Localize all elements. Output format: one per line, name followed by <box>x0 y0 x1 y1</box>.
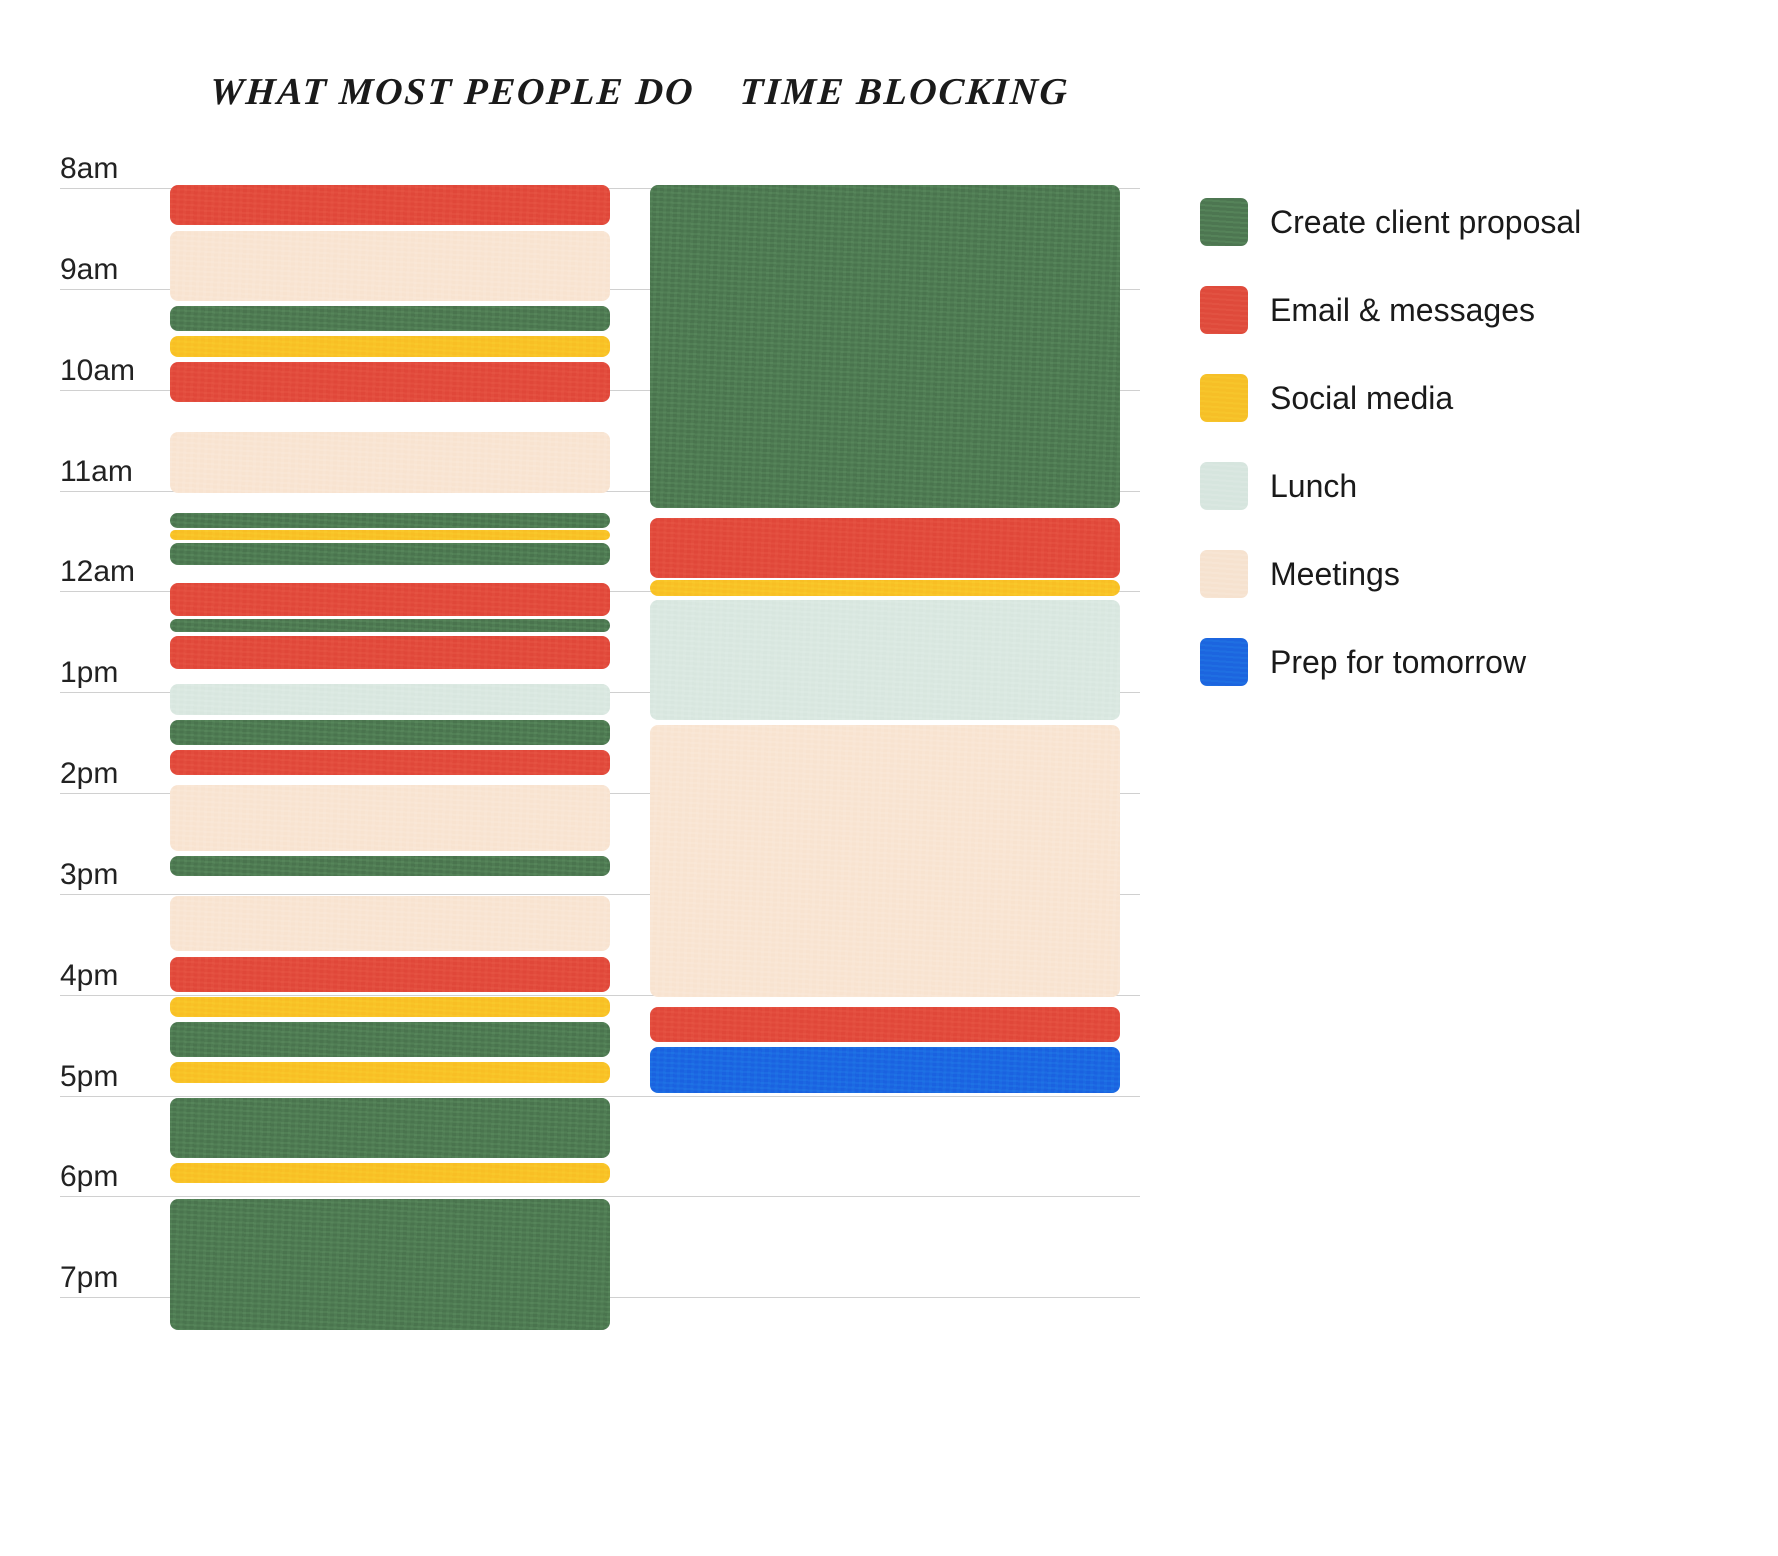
lunch-swatch-icon <box>1200 462 1248 510</box>
time-block-email <box>170 185 610 225</box>
time-block-proposal <box>170 720 610 745</box>
hour-label: 6pm <box>60 1160 118 1194</box>
column-what-most-people-do <box>170 170 610 1380</box>
time-block-proposal <box>170 306 610 331</box>
column-time-blocking <box>650 170 1120 1380</box>
time-block-proposal <box>170 1199 610 1330</box>
legend-label: Prep for tomorrow <box>1270 644 1526 681</box>
time-block-social <box>170 530 610 540</box>
legend-item-prep: Prep for tomorrow <box>1200 638 1700 686</box>
hour-label: 3pm <box>60 858 118 892</box>
time-block-proposal <box>170 513 610 528</box>
meetings-swatch-icon <box>1200 550 1248 598</box>
legend: Create client proposal Email & messages So… <box>1200 198 1700 726</box>
social-swatch-icon <box>1200 374 1248 422</box>
time-block-social <box>170 336 610 356</box>
time-block-meetings <box>170 896 610 951</box>
hour-label: 7pm <box>60 1261 118 1295</box>
hour-label: 2pm <box>60 757 118 791</box>
hour-label: 11am <box>60 455 133 489</box>
legend-label: Create client proposal <box>1270 204 1581 241</box>
time-block-meetings <box>170 785 610 851</box>
legend-label: Lunch <box>1270 468 1357 505</box>
time-block-proposal <box>650 185 1120 508</box>
time-block-social <box>170 997 610 1017</box>
hour-label: 1pm <box>60 656 118 690</box>
proposal-swatch-icon <box>1200 198 1248 246</box>
legend-label: Social media <box>1270 380 1453 417</box>
prep-swatch-icon <box>1200 638 1248 686</box>
header-left: WHAT MOST PEOPLE DO <box>208 70 696 114</box>
time-block-email <box>650 518 1120 579</box>
hour-label: 4pm <box>60 959 118 993</box>
time-block-email <box>170 362 610 402</box>
legend-label: Meetings <box>1270 556 1400 593</box>
timeline: 8am9am10am11am12am1pm2pm3pm4pm5pm6pm7pm <box>60 170 1140 1380</box>
time-block-meetings <box>650 725 1120 997</box>
column-headers: WHAT MOST PEOPLE DO TIME BLOCKING <box>60 60 1718 140</box>
time-block-proposal <box>170 856 610 876</box>
hour-label: 10am <box>60 354 135 388</box>
time-block-lunch <box>650 600 1120 720</box>
time-block-social <box>170 1062 610 1082</box>
time-block-lunch <box>170 684 610 714</box>
time-block-social <box>170 1163 610 1183</box>
header-right: TIME BLOCKING <box>738 70 1070 114</box>
legend-item-meetings: Meetings <box>1200 550 1700 598</box>
hour-label: 9am <box>60 253 118 287</box>
time-block-email <box>170 583 610 615</box>
time-block-email <box>170 636 610 669</box>
legend-item-social: Social media <box>1200 374 1700 422</box>
time-block-meetings <box>170 432 610 493</box>
time-block-proposal <box>170 619 610 632</box>
legend-item-lunch: Lunch <box>1200 462 1700 510</box>
time-block-proposal <box>170 543 610 565</box>
time-block-email <box>650 1007 1120 1042</box>
time-block-proposal <box>170 1098 610 1159</box>
time-block-social <box>650 580 1120 595</box>
time-block-prep <box>650 1047 1120 1092</box>
time-block-meetings <box>170 231 610 302</box>
legend-item-email: Email & messages <box>1200 286 1700 334</box>
hour-label: 12am <box>60 555 135 589</box>
hour-label: 8am <box>60 152 118 186</box>
time-block-email <box>170 957 610 992</box>
legend-item-proposal: Create client proposal <box>1200 198 1700 246</box>
time-block-email <box>170 750 610 775</box>
chart-container: WHAT MOST PEOPLE DO TIME BLOCKING 8am 9am… <box>60 60 1718 1496</box>
hour-label: 5pm <box>60 1060 118 1094</box>
email-swatch-icon <box>1200 286 1248 334</box>
time-block-proposal <box>170 1022 610 1057</box>
legend-label: Email & messages <box>1270 292 1535 329</box>
